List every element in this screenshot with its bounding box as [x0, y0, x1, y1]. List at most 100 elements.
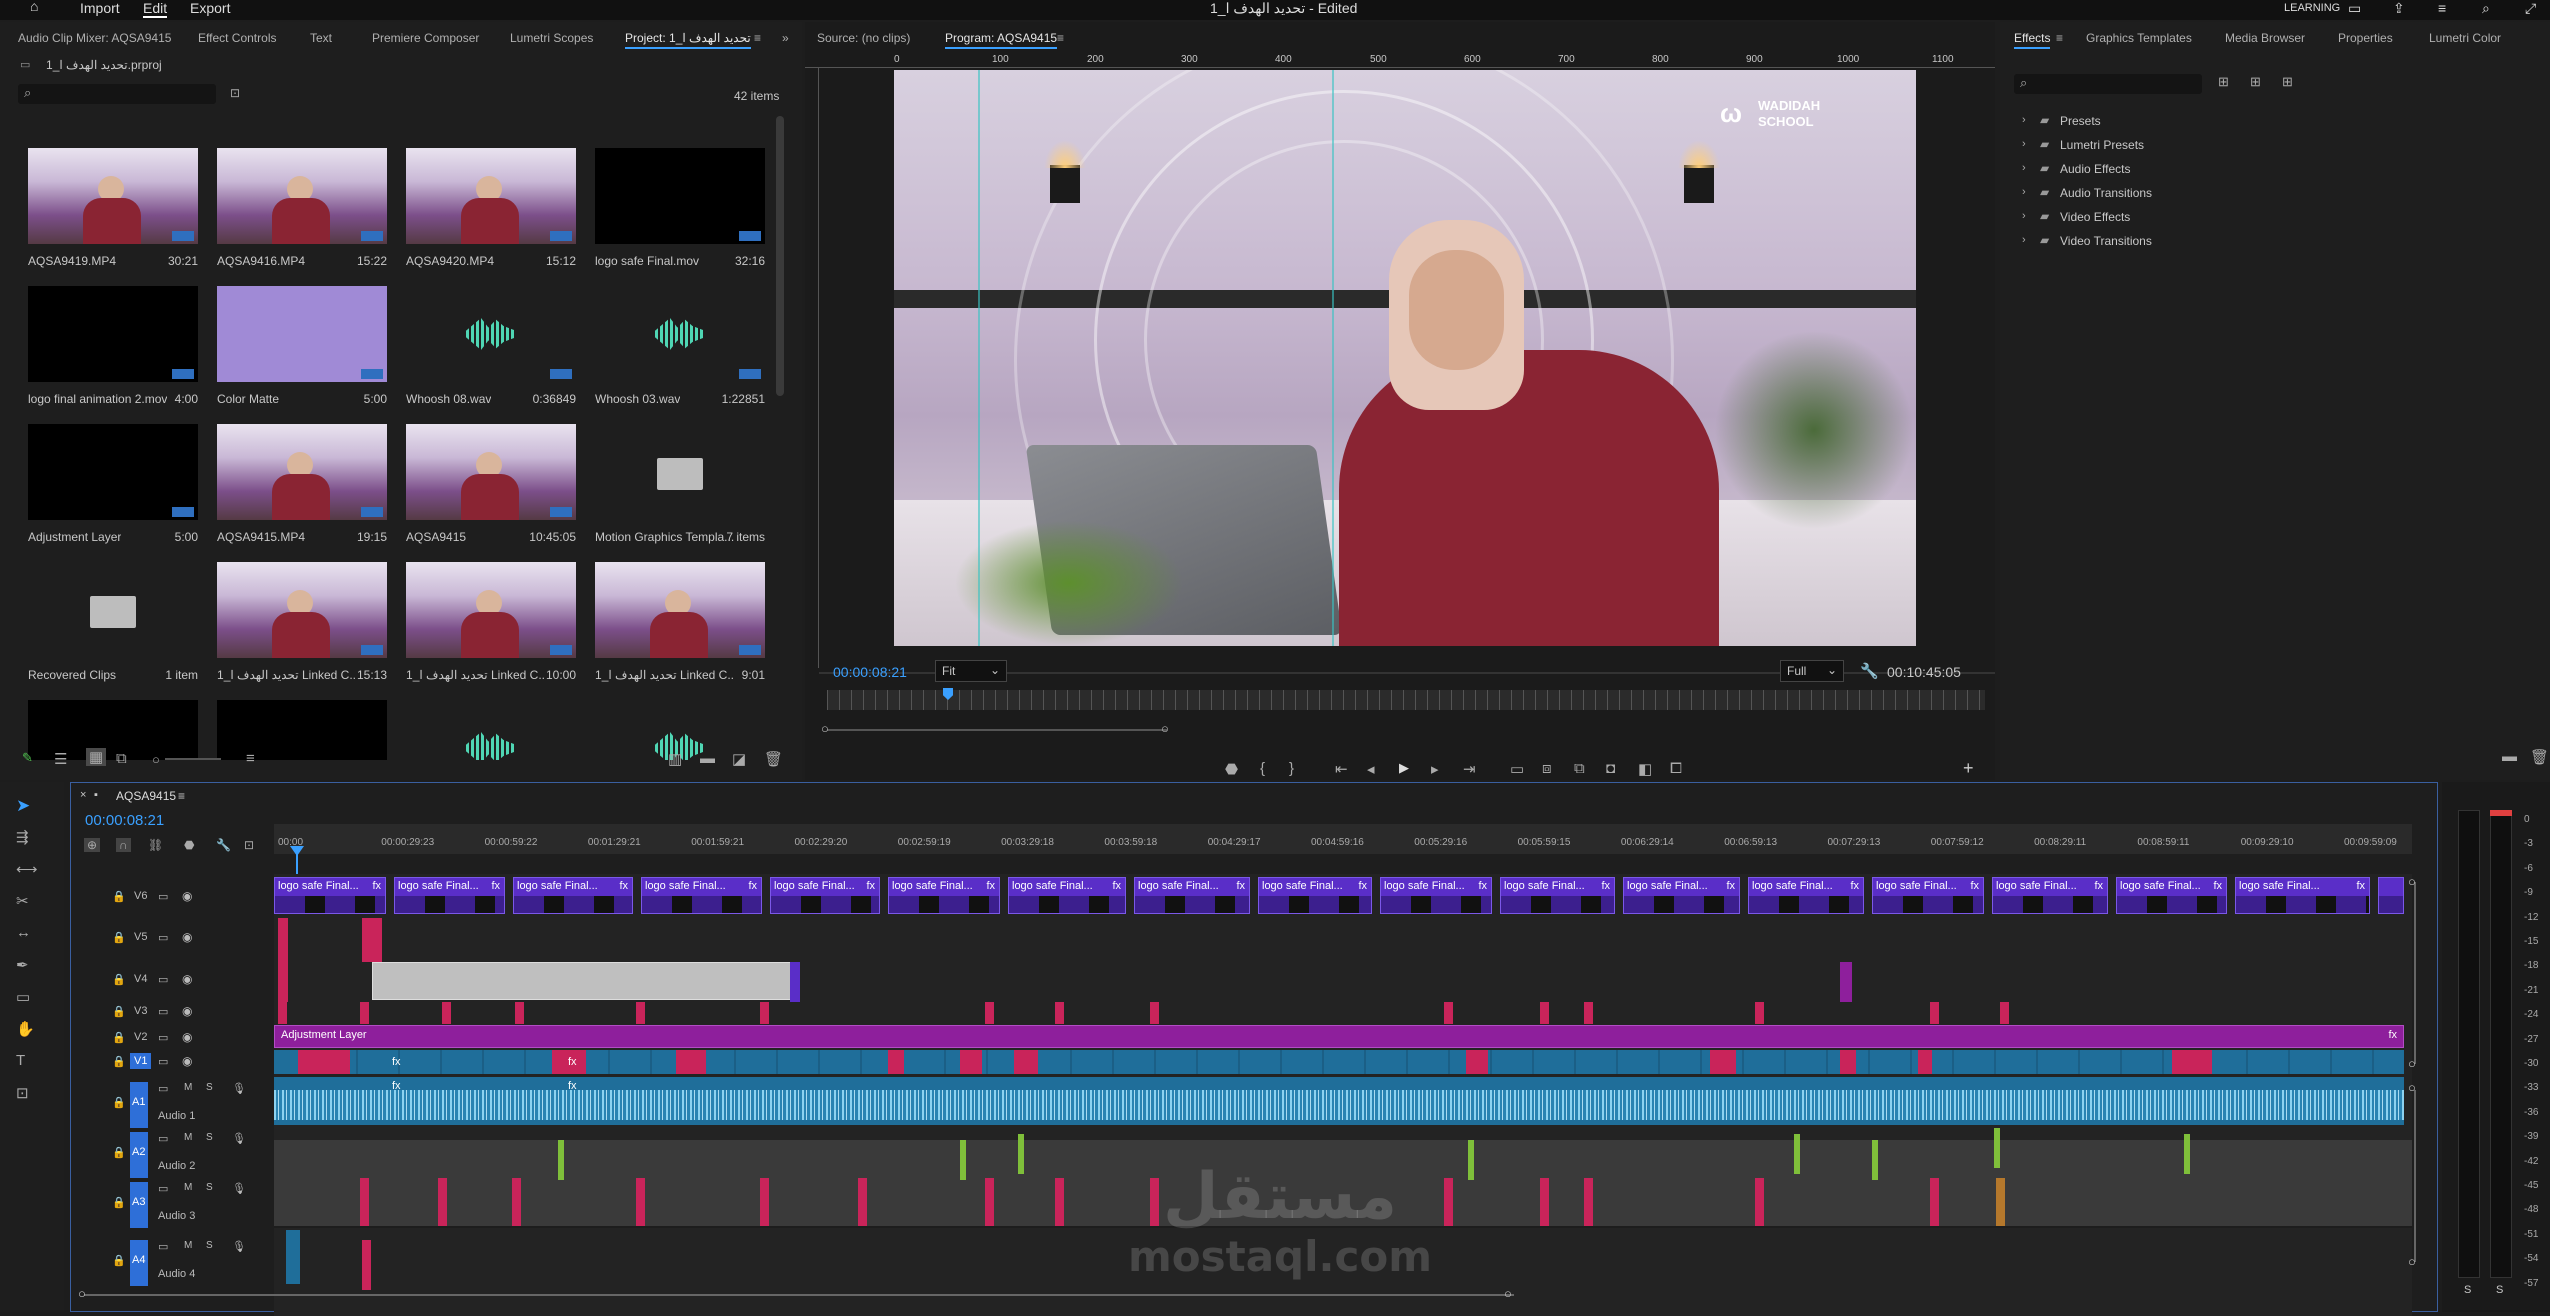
project-item-thumbnail[interactable]	[406, 148, 576, 244]
new-bin-search-icon[interactable]: ⊡	[230, 86, 240, 100]
a3-marker-clip[interactable]	[1996, 1178, 2005, 1226]
fit-select[interactable]: Fit ⌄	[935, 660, 1007, 682]
quality-select[interactable]: Full ⌄	[1780, 660, 1844, 682]
effects-bin-5[interactable]: Video Transitions	[2060, 234, 2152, 248]
selection-tool-icon[interactable]: ➤	[16, 796, 30, 816]
sync-lock-icon[interactable]: ▭	[158, 1240, 168, 1253]
captions-icon[interactable]: ⊡	[244, 838, 254, 852]
sync-lock-icon[interactable]: ▭	[158, 1082, 168, 1095]
project-item-name[interactable]: AQSA9415	[406, 530, 466, 544]
project-item-thumbnail[interactable]	[595, 286, 765, 382]
expand-chevron-icon[interactable]: ›	[2022, 138, 2026, 150]
v1-marker-clip[interactable]	[1918, 1050, 1932, 1074]
zoom-handle-left[interactable]: ○	[821, 721, 829, 736]
tab-program[interactable]: Program: AQSA9415	[945, 31, 1058, 49]
v3-marker-clip[interactable]	[360, 1002, 369, 1024]
a2-marker-clip[interactable]	[1794, 1134, 1800, 1174]
a3-marker-clip[interactable]	[360, 1178, 369, 1226]
timeline-timecode[interactable]: 00:00:08:21	[85, 812, 164, 829]
workspaces-menu-icon[interactable]: ≡	[2438, 0, 2446, 16]
a3-marker-clip[interactable]	[1055, 1178, 1064, 1226]
a2-marker-clip[interactable]	[2184, 1134, 2190, 1174]
a3-marker-clip[interactable]	[858, 1178, 867, 1226]
v1-marker-clip[interactable]	[1710, 1050, 1736, 1074]
a3-marker-clip[interactable]	[1444, 1178, 1453, 1226]
project-item-thumbnail[interactable]	[595, 148, 765, 244]
icon-view-icon[interactable]: ▦	[86, 748, 107, 766]
tab-media-browser[interactable]: Media Browser	[2225, 31, 2305, 45]
v1-marker-clip[interactable]	[1466, 1050, 1488, 1074]
lock-icon[interactable]: 🔒	[112, 1254, 126, 1267]
project-item-name[interactable]: AQSA9416.MP4	[217, 254, 305, 268]
effects-bin-2[interactable]: Audio Effects	[2060, 162, 2131, 176]
add-marker-icon[interactable]: ⬣	[1225, 760, 1238, 778]
menu-import[interactable]: Import	[80, 0, 120, 16]
v6-clip[interactable]: logo safe Final... fx	[1872, 877, 1984, 914]
project-item-thumbnail[interactable]	[217, 424, 387, 520]
new-bin-icon[interactable]: ▬	[2502, 748, 2517, 765]
v3-marker-clip[interactable]	[442, 1002, 451, 1024]
sync-lock-icon[interactable]: ▭	[158, 1055, 168, 1068]
sequence-name[interactable]: AQSA9415	[116, 789, 176, 803]
panel-menu-icon[interactable]: ≡	[754, 31, 761, 45]
mute-button[interactable]: M	[184, 1082, 192, 1093]
eye-icon[interactable]: ◉	[182, 972, 192, 986]
expand-chevron-icon[interactable]: ›	[2022, 114, 2026, 126]
project-item-thumbnail[interactable]	[406, 424, 576, 520]
project-item-name[interactable]: AQSA9420.MP4	[406, 254, 494, 268]
tab-lumetri-scopes[interactable]: Lumetri Scopes	[510, 31, 593, 45]
sequence-menu-icon[interactable]: ≡	[178, 789, 185, 803]
a2-marker-clip[interactable]	[1468, 1140, 1474, 1180]
v1-marker-clip[interactable]	[298, 1050, 350, 1074]
video-scroll-handle-bottom[interactable]: ○	[2408, 1056, 2416, 1071]
audio-tracks-scrollbar[interactable]	[2414, 1090, 2416, 1262]
project-item-thumbnail[interactable]	[28, 148, 198, 244]
program-timecode[interactable]: 00:00:08:21	[833, 664, 907, 680]
a3-marker-clip[interactable]	[760, 1178, 769, 1226]
solo-right-button[interactable]: S	[2496, 1284, 2503, 1296]
effects-bin-3[interactable]: Audio Transitions	[2060, 186, 2152, 200]
solo-button[interactable]: S	[206, 1240, 213, 1251]
mic-icon[interactable]: 🎙	[232, 1240, 246, 1253]
v6-clip[interactable]: logo safe Final... fx	[513, 877, 633, 914]
a3-marker-clip[interactable]	[1755, 1178, 1764, 1226]
lock-icon[interactable]: 🔒	[112, 1146, 126, 1159]
expand-chevron-icon[interactable]: ›	[2022, 210, 2026, 222]
project-item-thumbnail[interactable]	[217, 562, 387, 658]
project-item-thumbnail[interactable]	[406, 286, 576, 382]
solo-button[interactable]: S	[206, 1132, 213, 1143]
track-name[interactable]: V4	[134, 973, 147, 985]
v1-marker-clip[interactable]	[1840, 1050, 1856, 1074]
expand-chevron-icon[interactable]: ›	[2022, 162, 2026, 174]
project-item-name[interactable]: Adjustment Layer	[28, 530, 121, 544]
menu-edit[interactable]: Edit	[143, 0, 168, 18]
effects-menu-icon[interactable]: ≡	[2056, 31, 2063, 45]
project-item-thumbnail[interactable]	[217, 700, 387, 760]
sync-lock-icon[interactable]: ▭	[158, 1182, 168, 1195]
add-marker-icon[interactable]: ⬣	[184, 838, 194, 852]
caption-tool-icon[interactable]: ⊡	[16, 1084, 29, 1102]
tab-text[interactable]: Text	[310, 31, 332, 45]
home-icon[interactable]: ⌂	[30, 0, 38, 14]
project-item-thumbnail[interactable]	[595, 562, 765, 658]
eye-icon[interactable]: ◉	[182, 1054, 192, 1068]
a3-marker-clip[interactable]	[636, 1178, 645, 1226]
project-item-thumbnail[interactable]	[217, 148, 387, 244]
project-item-thumbnail[interactable]	[217, 286, 387, 382]
lock-icon[interactable]: 🔒	[112, 931, 126, 944]
extract-icon[interactable]: ⧈	[1542, 760, 1552, 777]
tab-graphics-templates[interactable]: Graphics Templates	[2086, 31, 2192, 45]
v3-marker-clip[interactable]	[1540, 1002, 1549, 1024]
play-icon[interactable]: ▶	[1399, 760, 1409, 776]
close-sequence-icon[interactable]: ×	[80, 789, 86, 801]
v6-clip[interactable]: logo safe Final... fx	[888, 877, 1000, 914]
accelerated-effects-icon[interactable]: ⊞	[2218, 74, 2229, 90]
mute-button[interactable]: M	[184, 1132, 192, 1143]
monitor-menu-icon[interactable]: ≡	[1057, 31, 1064, 45]
yuv-effects-icon[interactable]: ⊞	[2282, 74, 2293, 90]
workspace-label[interactable]: LEARNING	[2284, 2, 2340, 14]
v6-clip[interactable]	[2378, 877, 2404, 914]
trash-icon[interactable]: 🗑	[764, 750, 783, 768]
project-item-name[interactable]: Color Matte	[217, 392, 279, 406]
workspace-icon[interactable]: ▭	[2348, 0, 2361, 17]
